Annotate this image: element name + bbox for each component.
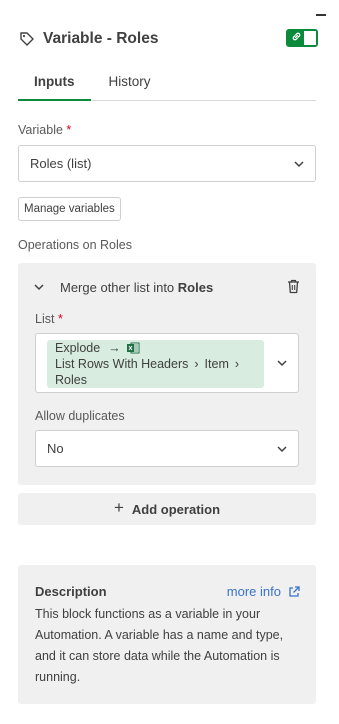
tab-inputs[interactable]: Inputs bbox=[18, 66, 91, 101]
allow-duplicates-value: No bbox=[47, 441, 64, 456]
chevron-down-icon bbox=[276, 357, 288, 369]
panel-header: Variable - Roles bbox=[18, 28, 318, 50]
plus-icon: + bbox=[113, 498, 124, 517]
operation-header: Merge other list into Roles bbox=[32, 277, 302, 297]
trash-icon[interactable] bbox=[286, 278, 300, 294]
allow-duplicates-select[interactable]: No bbox=[35, 430, 299, 467]
operation-title: Merge other list into Roles bbox=[60, 279, 214, 295]
tab-bar: Inputs History bbox=[18, 66, 316, 101]
panel-grip[interactable] bbox=[316, 14, 326, 16]
block-enabled-toggle[interactable] bbox=[286, 29, 318, 47]
operation-card: Merge other list into Roles List * Explo… bbox=[18, 263, 316, 485]
list-label: List * bbox=[35, 312, 63, 326]
manage-variables-button[interactable]: Manage variables bbox=[18, 197, 121, 221]
list-input[interactable]: Explode → List Rows With Headers › Item … bbox=[35, 333, 299, 393]
tab-history[interactable]: History bbox=[91, 66, 167, 100]
variable-label: Variable * bbox=[18, 123, 72, 137]
chevron-down-icon[interactable] bbox=[32, 280, 46, 294]
datapill[interactable]: Explode → List Rows With Headers › Item … bbox=[47, 340, 264, 388]
add-operation-button[interactable]: + Add operation bbox=[18, 493, 316, 525]
chevron-down-icon bbox=[293, 158, 305, 170]
description-box: Description more info This block functio… bbox=[18, 565, 316, 704]
operations-section-label: Operations on Roles bbox=[18, 238, 132, 252]
variable-select[interactable]: Roles (list) bbox=[18, 145, 316, 182]
link-icon bbox=[291, 29, 302, 47]
description-title: Description bbox=[35, 584, 107, 599]
external-link-icon bbox=[288, 585, 300, 598]
excel-icon bbox=[126, 342, 140, 354]
more-info-link[interactable]: more info bbox=[227, 584, 300, 599]
variable-select-value: Roles (list) bbox=[30, 156, 92, 171]
description-text: This block functions as a variable in yo… bbox=[35, 607, 284, 684]
chevron-down-icon bbox=[276, 443, 288, 455]
allow-duplicates-label: Allow duplicates bbox=[35, 409, 125, 423]
list-dropdown-toggle[interactable] bbox=[268, 334, 298, 392]
block-title: Variable - Roles bbox=[43, 30, 159, 47]
tag-icon bbox=[18, 30, 36, 48]
